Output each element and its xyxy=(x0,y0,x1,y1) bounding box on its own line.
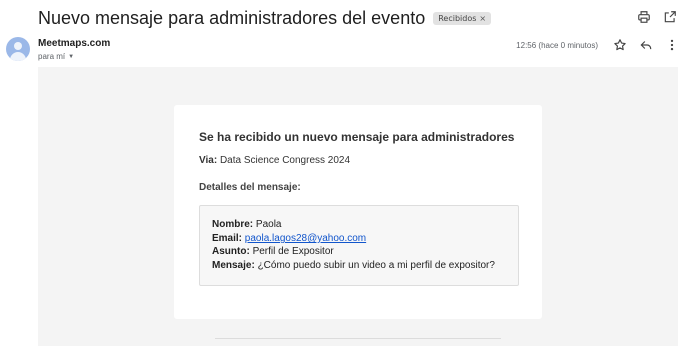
avatar-head xyxy=(14,42,22,50)
label-remove-icon[interactable]: × xyxy=(479,14,486,23)
recipient-line[interactable]: para mí ▼ xyxy=(38,52,74,61)
field-nombre: Nombre: Paola xyxy=(212,219,281,230)
message-meta: 12:56 (hace 0 minutos) xyxy=(516,37,680,53)
details-title: Detalles del mensaje: xyxy=(199,182,301,193)
caret-down-icon[interactable]: ▼ xyxy=(68,54,74,60)
print-icon[interactable] xyxy=(636,9,652,25)
reply-icon[interactable] xyxy=(638,37,654,53)
via-value: Data Science Congress 2024 xyxy=(219,155,351,166)
sender-name[interactable]: Meetmaps.com xyxy=(38,38,110,49)
more-vert-icon[interactable] xyxy=(664,37,680,53)
message-card: Se ha recibido un nuevo mensaje para adm… xyxy=(174,105,542,319)
star-icon[interactable] xyxy=(612,37,628,53)
field-value: Paola xyxy=(255,219,282,230)
card-title: Se ha recibido un nuevo mensaje para adm… xyxy=(199,130,515,144)
recipient-text: para mí xyxy=(38,52,66,61)
open-in-new-icon[interactable] xyxy=(662,9,678,25)
field-label: Asunto: xyxy=(212,246,250,257)
top-actions xyxy=(636,9,678,25)
field-value: Perfil de Expositor xyxy=(252,246,334,257)
avatar[interactable] xyxy=(6,37,30,61)
label-chip-text: Recibidos xyxy=(438,13,477,23)
label-chip-inbox[interactable]: Recibidos × xyxy=(433,11,492,25)
details-box: Nombre: Paola Email: paola.lagos28@yahoo… xyxy=(199,205,519,286)
field-mensaje: Mensaje: ¿Cómo puedo subir un video a mi… xyxy=(212,260,495,271)
field-asunto: Asunto: Perfil de Expositor xyxy=(212,246,334,257)
subject-row: Nuevo mensaje para administradores del e… xyxy=(38,8,676,28)
via-label: Via: xyxy=(199,155,218,166)
divider xyxy=(215,338,501,339)
timestamp: 12:56 (hace 0 minutos) xyxy=(516,40,598,50)
email-subject: Nuevo mensaje para administradores del e… xyxy=(38,7,426,28)
field-label: Email: xyxy=(212,233,243,244)
field-value: ¿Cómo puedo subir un video a mi perfil d… xyxy=(257,260,495,271)
field-label: Nombre: xyxy=(212,219,254,230)
via-line: Via: Data Science Congress 2024 xyxy=(199,155,350,166)
avatar-body xyxy=(10,52,26,61)
field-email: Email: paola.lagos28@yahoo.com xyxy=(212,233,366,244)
field-label: Mensaje: xyxy=(212,260,255,271)
email-link[interactable]: paola.lagos28@yahoo.com xyxy=(245,233,366,244)
